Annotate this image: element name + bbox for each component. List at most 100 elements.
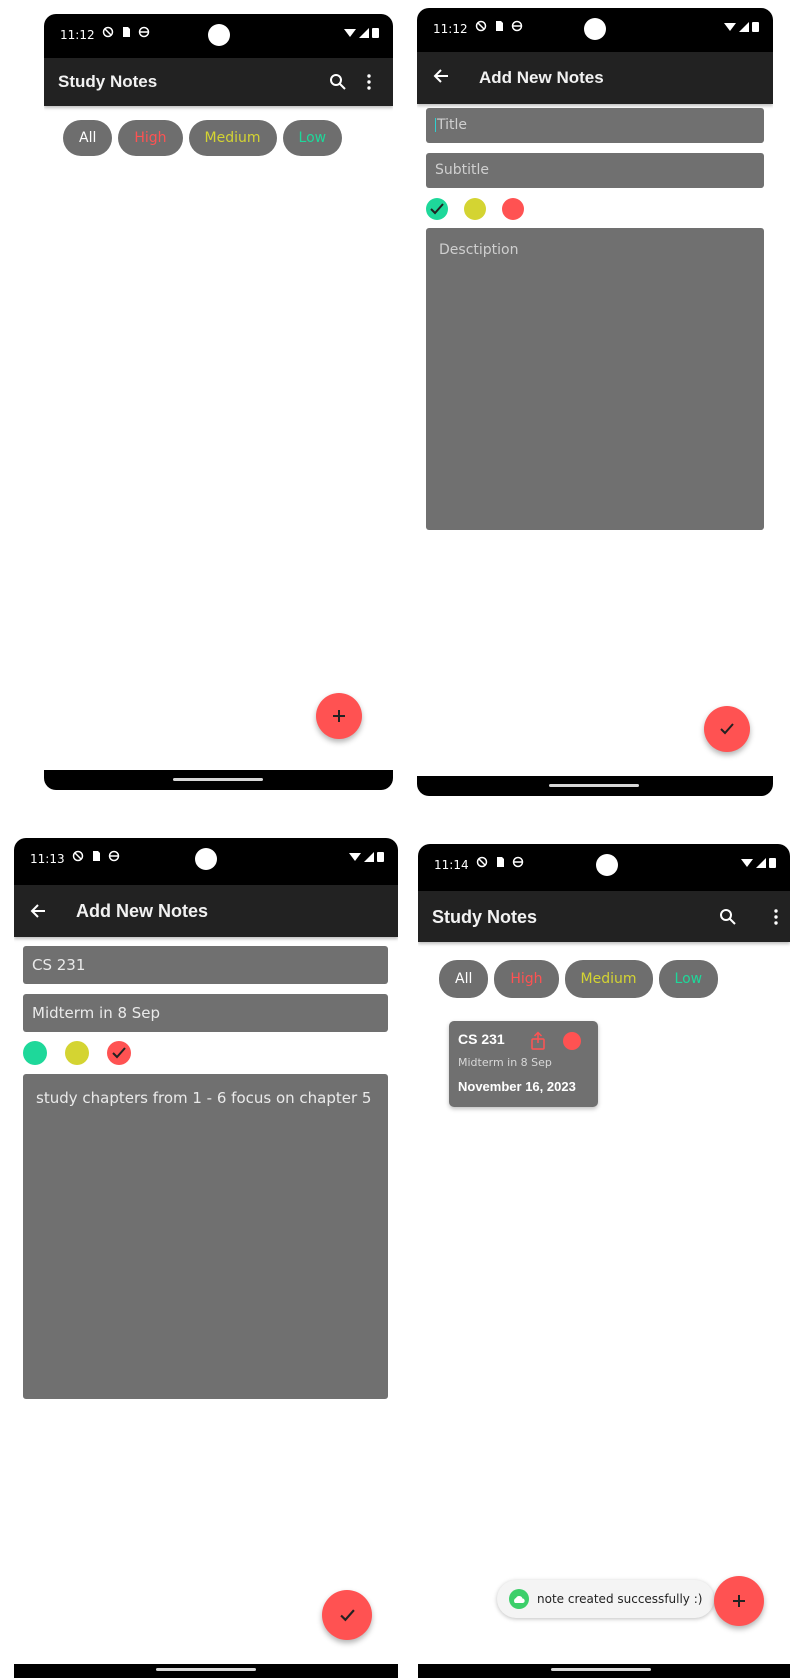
cloud-icon <box>514 1596 525 1603</box>
screen-add-note-filled: 11:13 Add New Notes CS 231 Midterm in 8 … <box>14 838 398 1678</box>
notification-icons <box>475 20 523 32</box>
subtitle-input[interactable]: Subtitle <box>426 153 764 188</box>
check-icon <box>339 1608 355 1621</box>
more-vert-icon <box>367 74 371 90</box>
priority-filter-chips: All High Medium Low <box>439 960 719 998</box>
system-icons <box>724 21 759 32</box>
subtitle-placeholder: Subtitle <box>435 162 490 178</box>
notification-icons <box>72 850 120 862</box>
filter-medium-chip[interactable]: Medium <box>564 960 653 998</box>
sync-icon <box>512 856 524 868</box>
arrow-back-icon <box>433 69 448 83</box>
battery-icon <box>769 858 776 868</box>
note-card[interactable]: CS 231 Midterm in 8 Sep November 16, 202… <box>449 1021 598 1107</box>
priority-filter-chips: All High Medium Low <box>63 120 343 156</box>
save-note-button[interactable] <box>704 706 750 752</box>
priority-medium-option[interactable] <box>464 198 486 220</box>
title-placeholder: Title <box>437 117 468 133</box>
wifi-icon <box>724 22 736 31</box>
signal-icon <box>364 851 374 862</box>
priority-selector <box>426 198 524 220</box>
more-options-button[interactable] <box>769 905 783 929</box>
status-bar: 11:12 <box>417 8 773 52</box>
screen-add-note-empty: 11:12 Add New Notes Title Subtitle Desct… <box>417 8 773 796</box>
screen-notes-list-created: 11:14 Study Notes All High Medium Low CS… <box>418 844 790 1678</box>
page-title: Add New Notes <box>76 901 209 921</box>
status-bar: 11:14 <box>418 844 790 891</box>
priority-selector <box>23 1041 131 1065</box>
add-note-button[interactable] <box>316 693 362 739</box>
wifi-icon <box>349 852 361 861</box>
status-time: 11:12 <box>433 22 468 36</box>
app-bar: Add New Notes <box>14 885 398 937</box>
filter-medium-chip[interactable]: Medium <box>188 120 277 156</box>
app-bar: Study Notes <box>44 58 393 106</box>
sim-card-icon <box>497 857 504 867</box>
priority-medium-option[interactable] <box>65 1041 89 1065</box>
plus-icon <box>333 710 345 722</box>
text-cursor <box>435 118 436 132</box>
search-icon <box>720 909 736 925</box>
arrow-back-icon <box>30 904 45 918</box>
filter-all-chip[interactable]: All <box>63 120 113 156</box>
status-time: 11:13 <box>30 852 65 866</box>
battery-icon <box>752 22 759 32</box>
toast-message: note created successfully :) <box>497 1580 715 1618</box>
battery-icon <box>377 852 384 862</box>
priority-low-option[interactable] <box>426 198 448 220</box>
shield-icon <box>72 850 84 862</box>
sim-card-icon <box>496 21 503 31</box>
search-icon <box>330 74 346 90</box>
description-input[interactable]: study chapters from 1 - 6 focus on chapt… <box>23 1074 388 1399</box>
filter-low-chip[interactable]: Low <box>658 960 719 998</box>
more-vert-icon <box>774 909 778 925</box>
title-input[interactable]: Title <box>426 108 764 143</box>
home-handle[interactable] <box>551 1668 651 1671</box>
add-note-button[interactable] <box>714 1576 764 1626</box>
navigation-bar <box>14 1664 398 1678</box>
status-time: 11:14 <box>434 858 469 872</box>
subtitle-input[interactable]: Midterm in 8 Sep <box>23 994 388 1032</box>
priority-high-option[interactable] <box>107 1041 131 1065</box>
camera-cutout <box>596 854 618 876</box>
navigation-bar <box>418 1664 790 1678</box>
page-title: Add New Notes <box>479 68 604 87</box>
signal-icon <box>756 857 766 868</box>
navigation-bar <box>44 770 393 790</box>
home-handle[interactable] <box>549 784 639 787</box>
back-button[interactable] <box>24 897 52 925</box>
screen-notes-list-empty: 11:12 Study Notes All High Medium Low <box>44 14 393 790</box>
shield-icon <box>102 26 114 38</box>
notification-icons <box>476 856 524 868</box>
note-title: CS 231 <box>458 1031 505 1047</box>
search-button[interactable] <box>326 70 350 94</box>
home-handle[interactable] <box>156 1668 256 1671</box>
home-handle[interactable] <box>173 778 263 781</box>
title-input[interactable]: CS 231 <box>23 946 388 984</box>
status-bar: 11:13 <box>14 838 398 885</box>
filter-high-chip[interactable]: High <box>494 960 559 998</box>
description-input[interactable]: Desctiption <box>426 228 764 530</box>
back-button[interactable] <box>427 62 455 90</box>
share-icon[interactable] <box>528 1031 548 1051</box>
wifi-icon <box>344 28 356 37</box>
search-button[interactable] <box>716 905 740 929</box>
filter-all-chip[interactable]: All <box>439 960 489 998</box>
system-icons <box>741 857 776 868</box>
sync-icon <box>511 20 523 32</box>
filter-low-chip[interactable]: Low <box>282 120 343 156</box>
camera-cutout <box>195 848 217 870</box>
sim-card-icon <box>93 851 100 861</box>
app-bar: Add New Notes <box>417 52 773 104</box>
filter-high-chip[interactable]: High <box>118 120 183 156</box>
app-icon <box>509 1589 529 1609</box>
system-icons <box>344 27 379 38</box>
page-title: Study Notes <box>58 72 158 91</box>
sync-icon <box>138 26 150 38</box>
save-note-button[interactable] <box>322 1590 372 1640</box>
priority-high-option[interactable] <box>502 198 524 220</box>
plus-icon <box>733 1595 745 1607</box>
more-options-button[interactable] <box>362 70 376 94</box>
check-icon <box>720 723 734 735</box>
priority-low-option[interactable] <box>23 1041 47 1065</box>
